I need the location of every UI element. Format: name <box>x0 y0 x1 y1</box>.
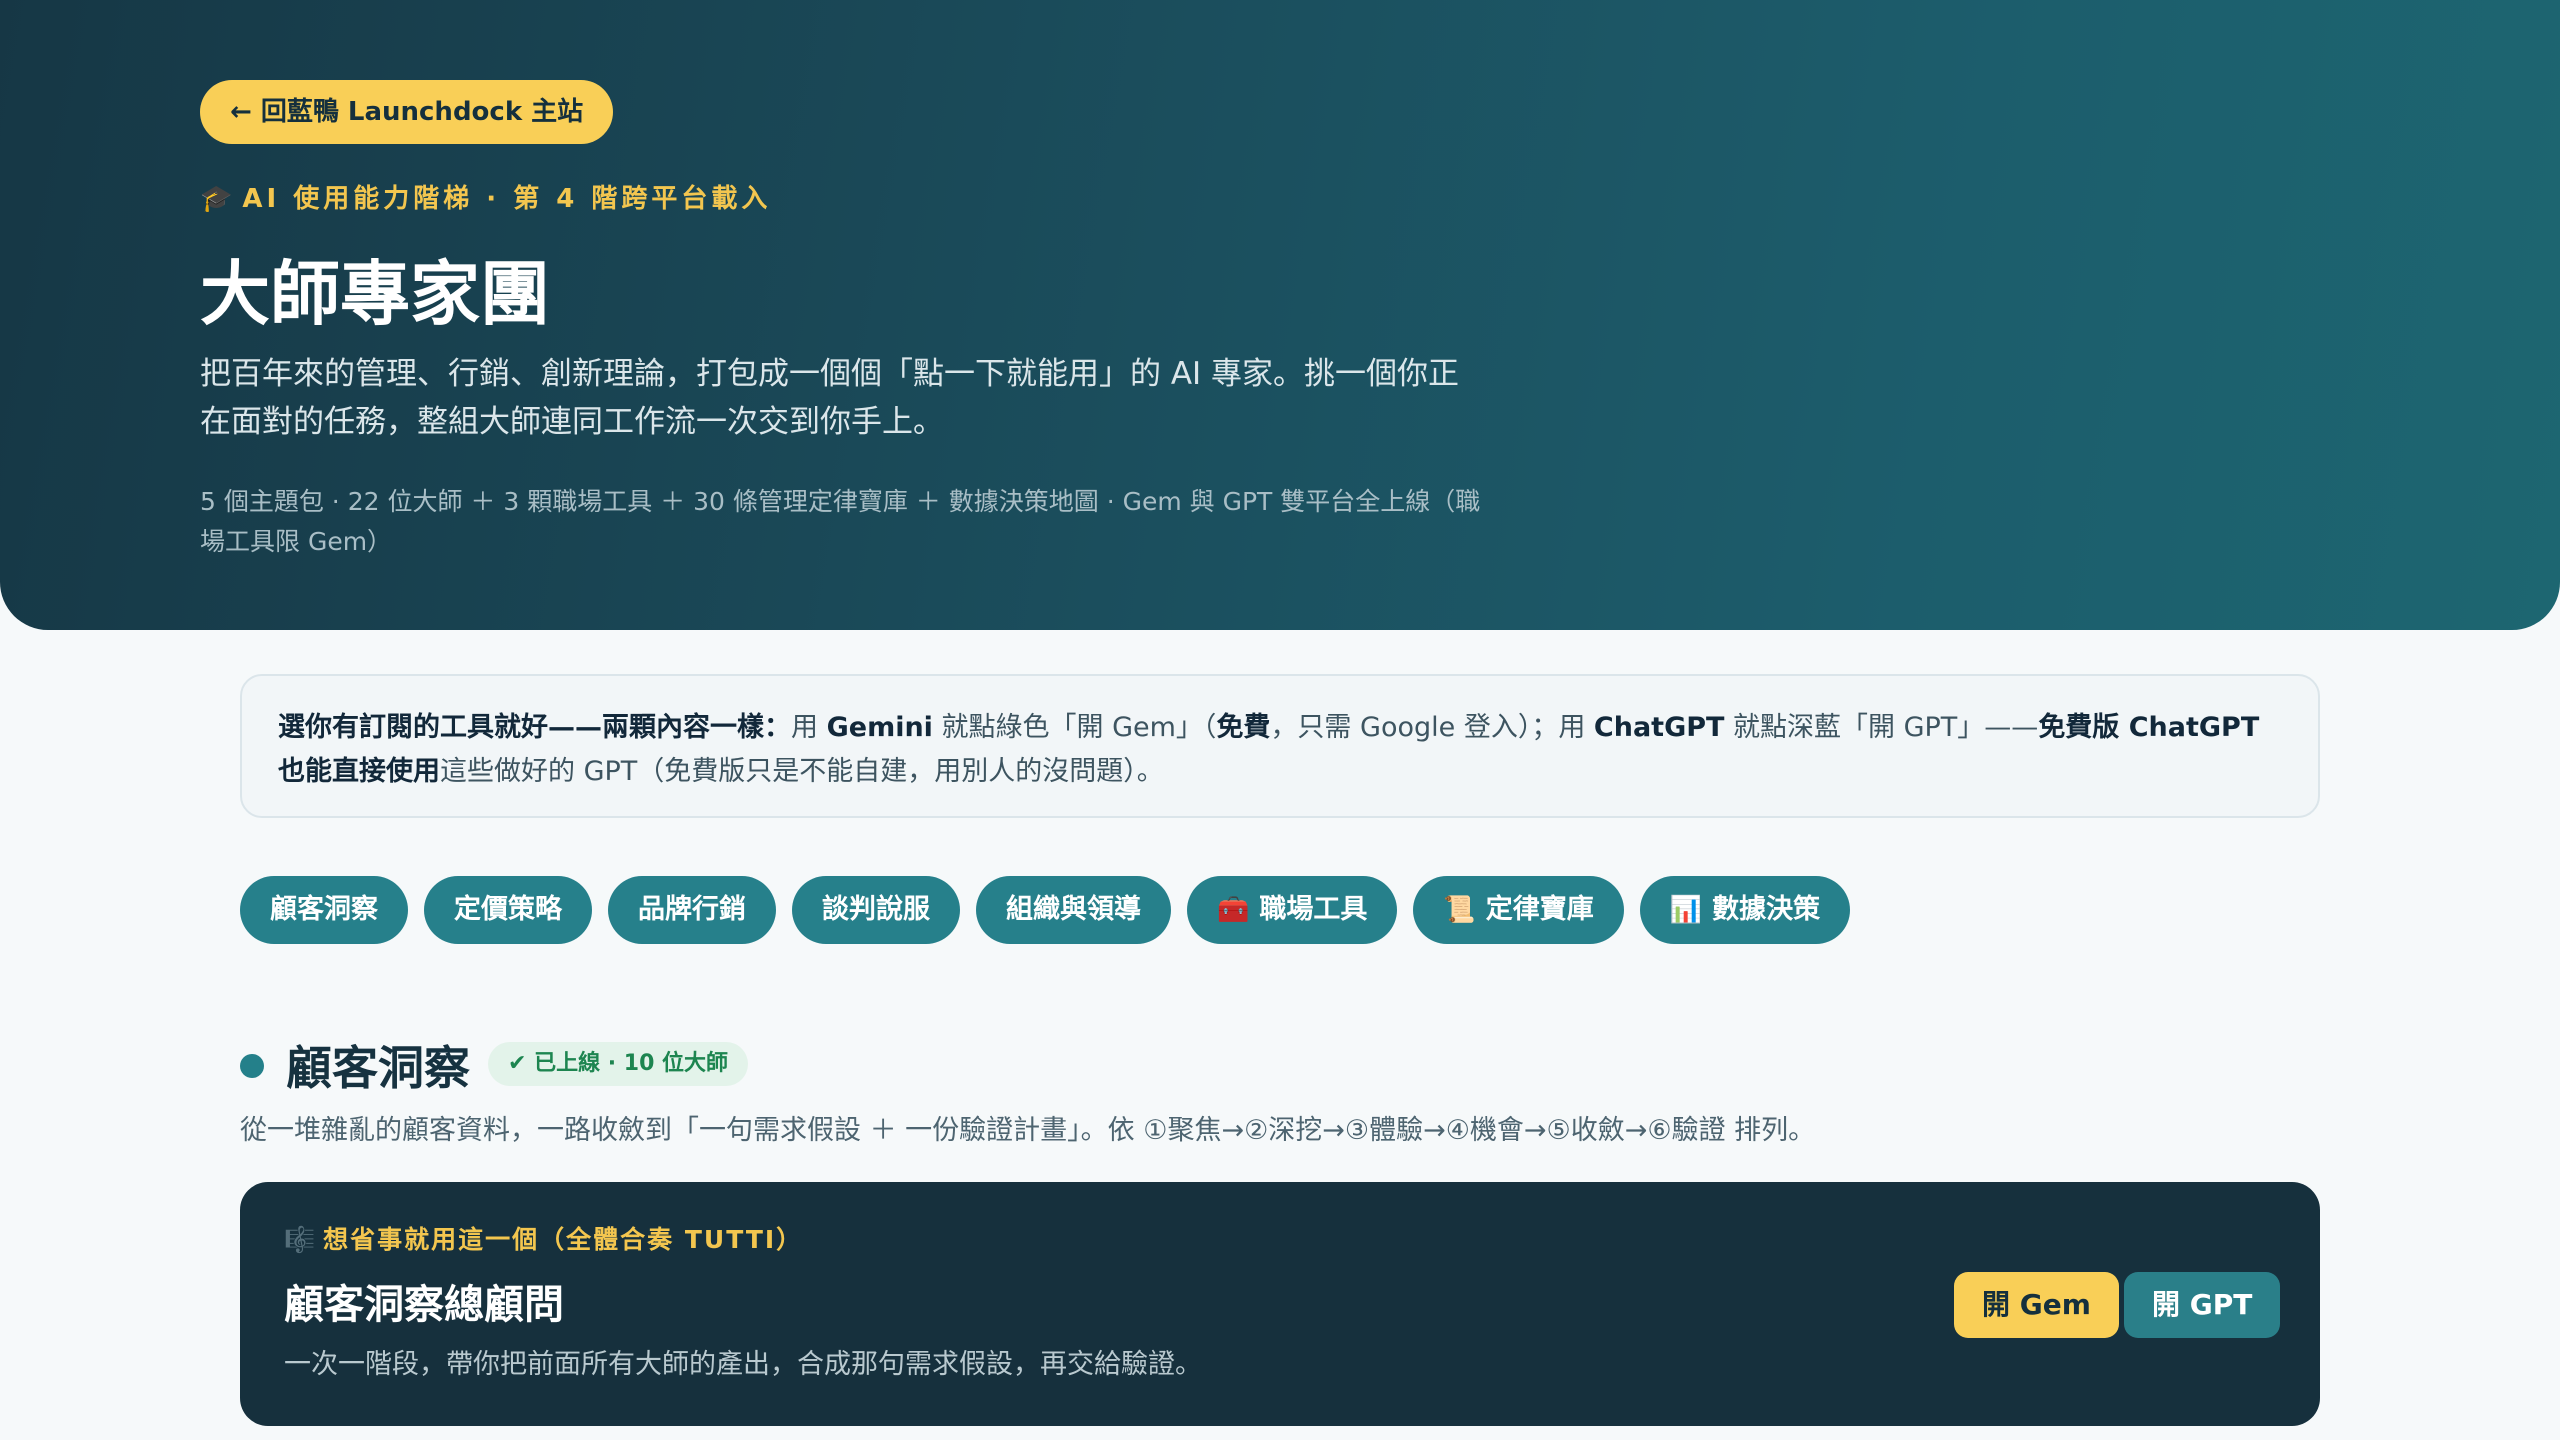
card-eyebrow-text: 想省事就用這一個（全體合奏 TUTTI） <box>323 1225 804 1254</box>
hero-eyebrow: 🎓 AI 使用能力階梯 · 第 4 階跨平台載入 <box>200 178 771 215</box>
notice-text: 用 <box>791 712 827 743</box>
tab-label: 定價策略 <box>454 894 562 925</box>
notice-text: 這些做好的 GPT（免費版只是不能自建，用別人的沒問題）。 <box>440 756 1164 787</box>
open-gpt-button[interactable]: 開 GPT <box>2124 1272 2281 1338</box>
card-title: 顧客洞察總顧問 <box>284 1282 564 1328</box>
scroll-icon: 📜 <box>1443 895 1476 925</box>
open-gem-button[interactable]: 開 Gem <box>1954 1272 2119 1338</box>
tab-label: 組織與領導 <box>1006 894 1141 925</box>
tab-brand-marketing[interactable]: 品牌行銷 <box>608 876 776 944</box>
tab-organization-leadership[interactable]: 組織與領導 <box>976 876 1171 944</box>
tab-data-decision[interactable]: 📊 數據決策 <box>1639 876 1851 944</box>
status-badge: ✔ 已上線 · 10 位大師 <box>488 1042 749 1086</box>
notice-strong: 免費 <box>1216 712 1271 743</box>
tab-label: 數據決策 <box>1712 894 1821 925</box>
notice-text: ，只需 Google 登入）；用 <box>1270 712 1594 743</box>
section-title: 顧客洞察 <box>286 1041 470 1095</box>
notice-strong: ChatGPT <box>1593 712 1725 743</box>
tab-pricing-strategy[interactable]: 定價策略 <box>424 876 592 944</box>
tab-label: 顧客洞察 <box>270 894 378 925</box>
platform-notice: 選你有訂閱的工具就好——兩顆內容一樣：用 Gemini 就點綠色「開 Gem」（… <box>240 674 2320 818</box>
bar-chart-icon: 📊 <box>1669 895 1703 925</box>
hero-banner: ← 回藍鴨 Launchdock 主站 🎓 AI 使用能力階梯 · 第 4 階跨平… <box>0 0 2560 630</box>
music-score-icon: 🎼 <box>284 1225 316 1254</box>
card-eyebrow: 🎼 想省事就用這一個（全體合奏 TUTTI） <box>284 1220 803 1256</box>
tab-label: 定律寶庫 <box>1485 894 1594 925</box>
notice-text: 就點深藍「開 GPT」—— <box>1724 712 2039 743</box>
tutti-advisor-card: 🎼 想省事就用這一個（全體合奏 TUTTI） 顧客洞察總顧問 一次一階段，帶你把前… <box>240 1182 2320 1426</box>
card-description: 一次一階段，帶你把前面所有大師的產出，合成那句需求假設，再交給驗證。 <box>284 1349 1202 1380</box>
tab-label: 談判說服 <box>822 894 930 925</box>
tab-workplace-tools[interactable]: 🧰 職場工具 <box>1187 876 1398 944</box>
section-description: 從一堆雜亂的顧客資料，一路收斂到「一句需求假設 ＋ 一份驗證計畫」。依 ①聚焦→… <box>240 1115 1816 1146</box>
topic-tabs: 顧客洞察 定價策略 品牌行銷 談判說服 組織與領導 🧰 職場工具 📜 定律寶庫 📊 數… <box>240 876 1851 944</box>
section-dot-icon <box>240 1054 264 1078</box>
back-to-main-site-button[interactable]: ← 回藍鴨 Launchdock 主站 <box>200 80 614 144</box>
toolbox-icon: 🧰 <box>1217 895 1250 925</box>
tab-customer-insight[interactable]: 顧客洞察 <box>240 876 408 944</box>
hero-description: 把百年來的管理、行銷、創新理論，打包成一個個「點一下就能用」的 AI 專家。挑一… <box>200 356 1460 440</box>
notice-strong: Gemini <box>826 712 933 743</box>
hero-meta: 5 個主題包 · 22 位大師 ＋ 3 顆職場工具 ＋ 30 條管理定律寶庫 ＋… <box>200 487 1481 556</box>
notice-text: 就點綠色「開 Gem」（ <box>932 712 1217 743</box>
page-title: 大師專家團 <box>200 253 550 335</box>
tab-negotiation[interactable]: 談判說服 <box>792 876 960 944</box>
notice-strong: 選你有訂閱的工具就好——兩顆內容一樣： <box>278 712 791 743</box>
graduation-cap-icon: 🎓 <box>200 184 233 214</box>
hero-eyebrow-text: AI 使用能力階梯 · 第 4 階跨平台載入 <box>242 184 772 214</box>
tab-label: 職場工具 <box>1259 894 1368 925</box>
tab-label: 品牌行銷 <box>638 894 746 925</box>
tab-law-vault[interactable]: 📜 定律寶庫 <box>1413 876 1624 944</box>
